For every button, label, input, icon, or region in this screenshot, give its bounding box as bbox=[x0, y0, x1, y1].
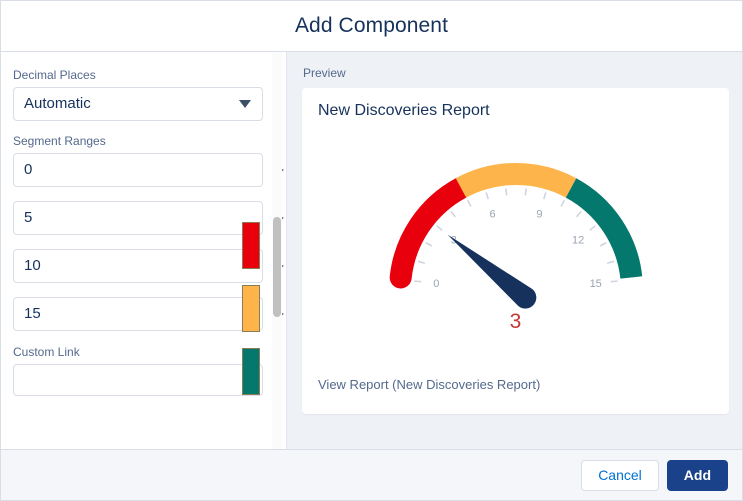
gauge-minor-tick bbox=[413, 280, 421, 283]
segment-color-orange[interactable] bbox=[242, 285, 260, 332]
decimal-places-label: Decimal Places bbox=[13, 68, 96, 82]
gauge-chart: 03691215 3 bbox=[318, 122, 713, 352]
gauge-value-label: 3 bbox=[509, 310, 522, 333]
preview-panel: Preview New Discoveries Report 0 3 6 9 12 15 bbox=[287, 52, 742, 449]
gauge-minor-tick bbox=[449, 210, 456, 218]
gauge-tick-label: 12 bbox=[572, 235, 584, 247]
gauge-minor-tick bbox=[575, 210, 582, 218]
gauge-minor-tick bbox=[524, 188, 527, 196]
view-report-link[interactable]: View Report (New Discoveries Report) bbox=[318, 377, 540, 392]
add-component-dialog: Add Component Decimal Places Automatic S… bbox=[0, 0, 743, 501]
settings-scrollbar[interactable] bbox=[272, 52, 282, 449]
gauge-segments bbox=[389, 163, 642, 289]
segment-color-swatches bbox=[242, 222, 262, 411]
cancel-button[interactable]: Cancel bbox=[581, 459, 659, 491]
gauge-svg: 03691215 bbox=[389, 163, 642, 309]
settings-panel: Decimal Places Automatic Segment Ranges … bbox=[1, 52, 287, 449]
gauge-minor-tick bbox=[610, 280, 618, 283]
segment-color-red[interactable] bbox=[242, 222, 260, 269]
gauge-tick-label: 0 bbox=[433, 278, 439, 290]
gauge-minor-tick bbox=[559, 199, 565, 207]
settings-scrollbar-thumb[interactable] bbox=[273, 217, 281, 317]
segment-range-input-1[interactable]: 0 bbox=[13, 153, 263, 187]
dialog-footer: Cancel Add bbox=[1, 449, 742, 500]
preview-card: New Discoveries Report 03691215 3 bbox=[302, 88, 729, 414]
gauge-minor-tick bbox=[588, 225, 596, 231]
gauge-minor-tick bbox=[417, 260, 425, 265]
dialog-title: Add Component bbox=[294, 14, 449, 37]
dialog-body: Decimal Places Automatic Segment Ranges … bbox=[1, 52, 742, 449]
gauge-segment-red bbox=[389, 176, 472, 289]
gauge-tick-label: 15 bbox=[589, 278, 601, 290]
gauge-minor-tick bbox=[424, 241, 432, 247]
gauge-tick-labels: 03691215 bbox=[433, 208, 602, 290]
gauge-minor-tick bbox=[606, 260, 614, 265]
gauge-minor-tick bbox=[435, 225, 443, 231]
gauge-minor-tick bbox=[599, 241, 607, 247]
gauge-tick-label: 9 bbox=[536, 208, 542, 220]
gauge-segment-green bbox=[565, 178, 642, 279]
segment-range-input-3[interactable]: 10 bbox=[13, 249, 263, 283]
gauge-segment-orange bbox=[455, 163, 576, 198]
gauge-minor-tick bbox=[466, 199, 472, 207]
chevron-down-icon bbox=[239, 100, 251, 108]
gauge-tick-label: 6 bbox=[489, 208, 495, 220]
gauge-needle bbox=[447, 234, 536, 309]
gauge-minor-tick bbox=[542, 192, 547, 200]
gauge-minor-tick bbox=[484, 192, 489, 200]
segment-range-row-1: 0 bbox=[1, 153, 286, 187]
gauge-minor-tick bbox=[504, 188, 507, 196]
custom-link-input[interactable] bbox=[13, 364, 263, 396]
dialog-header: Add Component bbox=[1, 1, 742, 52]
segment-range-input-2[interactable]: 5 bbox=[13, 201, 263, 235]
add-button[interactable]: Add bbox=[666, 459, 728, 491]
segment-ranges-label: Segment Ranges bbox=[13, 134, 106, 148]
segment-range-input-4[interactable]: 15 bbox=[13, 297, 263, 331]
segment-color-green[interactable] bbox=[242, 348, 260, 395]
preview-label: Preview bbox=[303, 66, 346, 80]
report-card-title: New Discoveries Report bbox=[318, 102, 490, 119]
decimal-places-value: Automatic bbox=[13, 87, 263, 121]
decimal-places-select[interactable]: Automatic bbox=[13, 87, 263, 121]
